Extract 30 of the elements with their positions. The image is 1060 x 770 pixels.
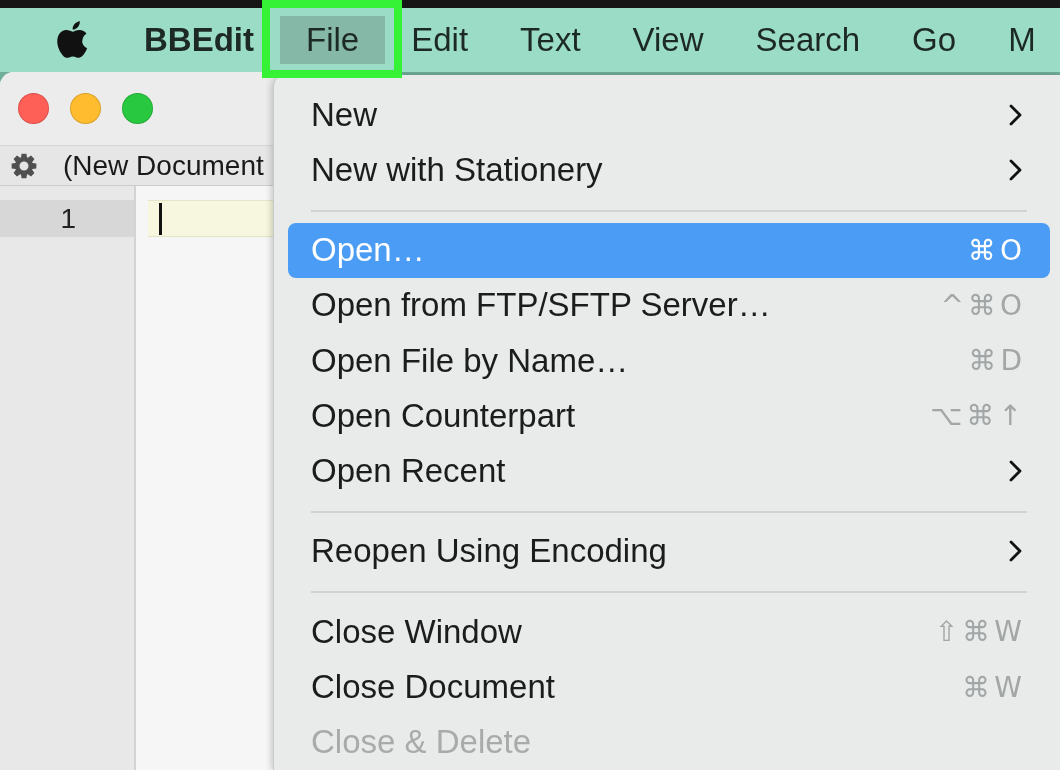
keyboard-shortcut: ⌥⌘↑: [930, 399, 1026, 433]
menu-bar-item[interactable]: M: [982, 16, 1036, 64]
gear-icon[interactable]: [11, 152, 37, 179]
menu-bar-item[interactable]: Text: [494, 16, 607, 64]
keyboard-shortcut: ⇧⌘W: [934, 615, 1026, 649]
menu-item[interactable]: Close Document ⌘W: [288, 659, 1050, 715]
line-number: 1: [0, 200, 134, 237]
menu-item[interactable]: Open from FTP/SFTP Server… ^⌘O: [288, 277, 1050, 334]
zoom-button[interactable]: [122, 93, 153, 124]
menu-bar-item[interactable]: Search: [729, 16, 887, 64]
menu-bar-item[interactable]: Go: [886, 16, 983, 64]
menu-item[interactable]: Open Recent: [288, 443, 1050, 499]
menu-item[interactable]: New with Stationery: [288, 142, 1050, 198]
menu-item[interactable]: Close Window ⇧⌘W: [288, 604, 1050, 660]
apple-icon[interactable]: [55, 21, 88, 59]
menu-bar-item[interactable]: Edit: [385, 16, 495, 64]
menu-bar-item[interactable]: View: [606, 16, 730, 64]
keyboard-shortcut: ⌘O: [967, 233, 1026, 267]
menu-item[interactable]: Open Counterpart ⌥⌘↑: [288, 388, 1050, 444]
text-cursor: [159, 202, 162, 235]
app-menu[interactable]: BBEdit: [118, 16, 280, 64]
menu-item[interactable]: Open File by Name… ⌘D: [288, 333, 1050, 389]
close-button[interactable]: [18, 93, 49, 124]
keyboard-shortcut: ^⌘O: [940, 288, 1026, 322]
keyboard-shortcut: ⌘D: [968, 344, 1026, 378]
keyboard-shortcut: ⌘W: [962, 670, 1026, 704]
menu-item[interactable]: New: [288, 87, 1050, 143]
minimize-button[interactable]: [70, 93, 101, 124]
document-title: (New Document: [63, 149, 264, 182]
menu-item[interactable]: Reopen Using Encoding: [288, 523, 1050, 580]
